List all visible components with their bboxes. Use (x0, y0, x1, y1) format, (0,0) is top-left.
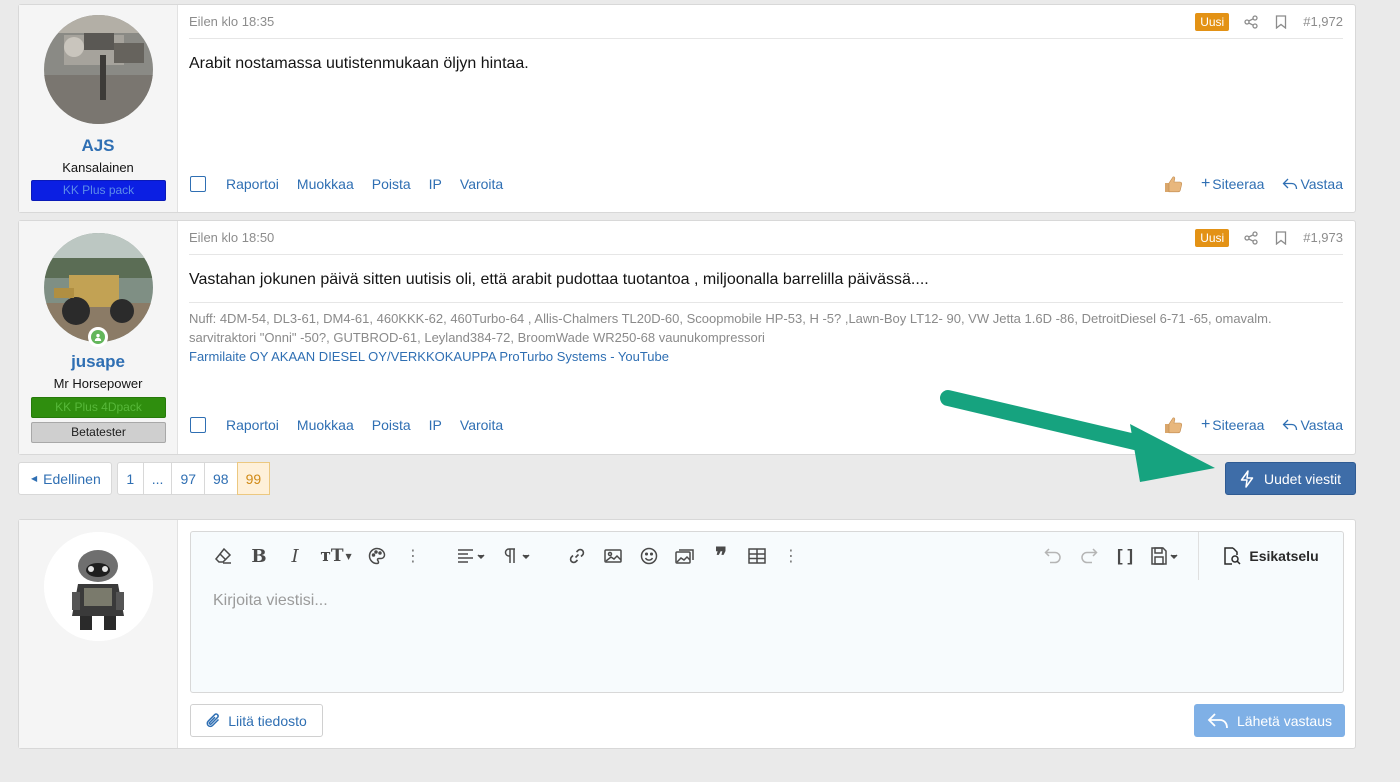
edit-link[interactable]: Muokkaa (297, 417, 354, 433)
post-number[interactable]: #1,973 (1303, 230, 1343, 245)
table-icon[interactable] (745, 544, 769, 568)
link-icon[interactable] (565, 544, 589, 568)
font-size-icon[interactable]: тT ▼ (319, 544, 353, 568)
delete-link[interactable]: Poista (372, 176, 411, 192)
user-banner-beta: Betatester (31, 422, 166, 443)
message-editor: B I тT ▼ ⋮ ❞ ⋮ [] Esikatselu Kirjoita v… (190, 531, 1344, 693)
redo-icon[interactable] (1077, 544, 1101, 568)
report-link[interactable]: Raportoi (226, 176, 279, 192)
bookmark-icon[interactable] (1273, 14, 1289, 30)
page-link[interactable]: 97 (172, 463, 206, 494)
annotation-arrow (940, 390, 1215, 482)
editor-toolbar: B I тT ▼ ⋮ ❞ ⋮ [] Esikatselu (191, 532, 1343, 580)
user-info: AJS Kansalainen KK Plus pack (19, 5, 178, 212)
paragraph-icon[interactable] (501, 544, 535, 568)
signature-link[interactable]: Farmilaite OY AKAAN DIESEL OY/VERKKOKAUP… (189, 349, 669, 364)
new-posts-button[interactable]: Uudet viestit (1225, 462, 1356, 495)
reply-link[interactable]: Vastaa (1282, 176, 1343, 192)
thumbs-up-icon[interactable] (1164, 175, 1183, 193)
user-banner-plus: KK Plus pack (31, 180, 166, 201)
delete-link[interactable]: Poista (372, 417, 411, 433)
ip-link[interactable]: IP (429, 176, 442, 192)
share-icon[interactable] (1243, 14, 1259, 30)
warn-link[interactable]: Varoita (460, 417, 503, 433)
reply-icon (1207, 712, 1228, 728)
select-checkbox[interactable] (190, 417, 206, 433)
plus-icon: + (1200, 175, 1211, 192)
preview-icon (1224, 547, 1241, 565)
avatar[interactable] (44, 15, 153, 124)
avatar[interactable] (44, 233, 153, 342)
page-jump[interactable]: ... (144, 463, 173, 494)
reply-icon (1283, 419, 1298, 431)
avatar[interactable] (44, 532, 153, 641)
warn-link[interactable]: Varoita (460, 176, 503, 192)
ip-link[interactable]: IP (429, 417, 442, 433)
bbcode-toggle-icon[interactable]: [ ] (1113, 544, 1137, 568)
color-palette-icon[interactable] (365, 544, 389, 568)
post-reply-button[interactable]: Lähetä vastaus (1194, 704, 1345, 737)
paperclip-icon (206, 712, 220, 727)
post-date[interactable]: Eilen klo 18:50 (189, 230, 1195, 245)
reply-icon (1283, 178, 1298, 190)
select-checkbox[interactable] (190, 176, 206, 192)
username[interactable]: jusape (19, 352, 177, 372)
post-date[interactable]: Eilen klo 18:35 (189, 14, 1195, 29)
edit-link[interactable]: Muokkaa (297, 176, 354, 192)
page-link[interactable]: 1 (118, 463, 144, 494)
reply-user (19, 520, 178, 748)
align-icon[interactable] (455, 544, 489, 568)
signature-line: Nuff: 4DM-54, DL3-61, DM4-61, 460KKK-62,… (189, 311, 1272, 326)
online-status-icon (88, 327, 108, 347)
emoji-icon[interactable] (637, 544, 661, 568)
new-badge: Uusi (1195, 228, 1230, 247)
post-actions: Raportoi Muokkaa Poista IP Varoita + Site… (189, 174, 1343, 194)
signature: Nuff: 4DM-54, DL3-61, DM4-61, 460KKK-62,… (189, 302, 1343, 366)
reply-link[interactable]: Vastaa (1282, 417, 1343, 433)
media-icon[interactable] (673, 544, 697, 568)
image-icon[interactable] (601, 544, 625, 568)
quick-reply: B I тT ▼ ⋮ ❞ ⋮ [] Esikatselu Kirjoita v… (18, 519, 1356, 749)
bold-icon[interactable]: B (247, 544, 271, 568)
username[interactable]: AJS (19, 136, 177, 156)
more-options-icon[interactable]: ⋮ (401, 544, 425, 568)
lightning-icon (1240, 469, 1254, 488)
more-options-icon[interactable]: ⋮ (779, 544, 803, 568)
prev-page-button[interactable]: ◀ Edellinen (18, 462, 112, 495)
clear-format-icon[interactable] (211, 544, 235, 568)
post-number[interactable]: #1,972 (1303, 14, 1343, 29)
page-link[interactable]: 98 (205, 463, 238, 494)
preview-button[interactable]: Esikatselu (1198, 532, 1343, 580)
quote-link[interactable]: + Siteeraa (1201, 175, 1265, 193)
report-link[interactable]: Raportoi (226, 417, 279, 433)
drafts-icon[interactable] (1149, 544, 1183, 568)
post-body: Arabit nostamassa uutistenmukaan öljyn h… (189, 55, 529, 72)
bookmark-icon[interactable] (1273, 230, 1289, 246)
new-badge: Uusi (1195, 12, 1230, 31)
user-title: Kansalainen (62, 160, 134, 175)
post-header: Eilen klo 18:35 Uusi #1,972 (189, 5, 1343, 39)
page-list: 1 ... 97 98 99 (116, 462, 271, 495)
message-input[interactable] (213, 592, 1113, 610)
page-link-current[interactable]: 99 (236, 462, 271, 495)
user-title: Mr Horsepower (53, 376, 143, 391)
post-body: Vastahan jokunen päivä sitten uutisis ol… (189, 271, 929, 288)
post-1972: AJS Kansalainen KK Plus pack Eilen klo 1… (18, 4, 1356, 213)
attach-file-button[interactable]: Liitä tiedosto (190, 704, 323, 737)
signature-line: sarvitraktori "Onni" -50?, GUTBROD-61, L… (189, 330, 765, 345)
quote-icon[interactable]: ❞ (709, 543, 733, 569)
user-banner-plus: KK Plus 4Dpack (31, 397, 166, 418)
italic-icon[interactable]: I (283, 544, 307, 568)
share-icon[interactable] (1243, 230, 1259, 246)
caret-left-icon: ◀ (31, 474, 38, 483)
post-header: Eilen klo 18:50 Uusi #1,973 (189, 221, 1343, 255)
post-content: Eilen klo 18:35 Uusi #1,972 Arabit nosta… (178, 5, 1355, 212)
undo-icon[interactable] (1041, 544, 1065, 568)
pagination: ◀ Edellinen 1 ... 97 98 99 (18, 462, 271, 495)
user-info: jusape Mr Horsepower KK Plus 4Dpack Beta… (19, 221, 178, 454)
